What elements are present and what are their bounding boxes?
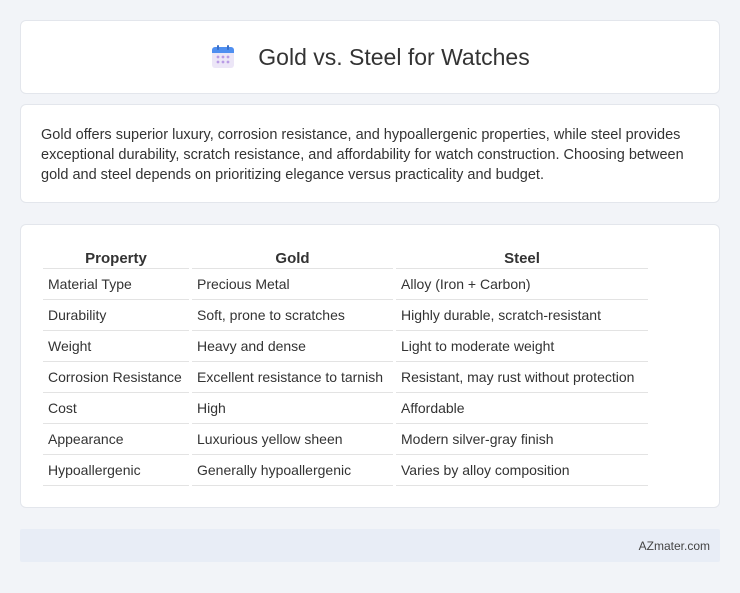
comparison-table: Property Gold Steel Material Type Precio… bbox=[40, 247, 651, 486]
table-row: Appearance Luxurious yellow sheen Modern… bbox=[43, 424, 648, 455]
cell-steel: Varies by alloy composition bbox=[396, 455, 648, 486]
header-gold: Gold bbox=[192, 247, 393, 269]
table-row: Material Type Precious Metal Alloy (Iron… bbox=[43, 269, 648, 300]
cell-gold: Luxurious yellow sheen bbox=[192, 424, 393, 455]
table-row: Durability Soft, prone to scratches High… bbox=[43, 300, 648, 331]
cell-gold: Precious Metal bbox=[192, 269, 393, 300]
cell-property: Cost bbox=[43, 393, 189, 424]
page-title: Gold vs. Steel for Watches bbox=[258, 43, 530, 70]
table-row: Corrosion Resistance Excellent resistanc… bbox=[43, 362, 648, 393]
cell-steel: Alloy (Iron + Carbon) bbox=[396, 269, 648, 300]
summary-card: Gold offers superior luxury, corrosion r… bbox=[20, 104, 720, 203]
cell-property: Material Type bbox=[43, 269, 189, 300]
table-row: Weight Heavy and dense Light to moderate… bbox=[43, 331, 648, 362]
calendar-icon bbox=[212, 45, 235, 68]
table-header-row: Property Gold Steel bbox=[43, 247, 648, 269]
summary-text: Gold offers superior luxury, corrosion r… bbox=[41, 127, 684, 183]
cell-property: Hypoallergenic bbox=[43, 455, 189, 486]
cell-steel: Highly durable, scratch-resistant bbox=[396, 300, 648, 331]
footer-brand-link[interactable]: AZmater.com bbox=[639, 539, 710, 553]
cell-steel: Resistant, may rust without protection bbox=[396, 362, 648, 393]
title-card: Gold vs. Steel for Watches bbox=[20, 20, 720, 94]
cell-gold: Generally hypoallergenic bbox=[192, 455, 393, 486]
footer-bar: AZmater.com bbox=[20, 529, 720, 562]
cell-gold: Excellent resistance to tarnish bbox=[192, 362, 393, 393]
cell-gold: High bbox=[192, 393, 393, 424]
cell-property: Weight bbox=[43, 331, 189, 362]
cell-property: Durability bbox=[43, 300, 189, 331]
cell-gold: Soft, prone to scratches bbox=[192, 300, 393, 331]
cell-gold: Heavy and dense bbox=[192, 331, 393, 362]
cell-steel: Affordable bbox=[396, 393, 648, 424]
table-row: Hypoallergenic Generally hypoallergenic … bbox=[43, 455, 648, 486]
cell-property: Appearance bbox=[43, 424, 189, 455]
cell-steel: Modern silver-gray finish bbox=[396, 424, 648, 455]
cell-property: Corrosion Resistance bbox=[43, 362, 189, 393]
table-row: Cost High Affordable bbox=[43, 393, 648, 424]
comparison-card: Property Gold Steel Material Type Precio… bbox=[20, 224, 720, 508]
header-steel: Steel bbox=[396, 247, 648, 269]
cell-steel: Light to moderate weight bbox=[396, 331, 648, 362]
header-property: Property bbox=[43, 247, 189, 269]
